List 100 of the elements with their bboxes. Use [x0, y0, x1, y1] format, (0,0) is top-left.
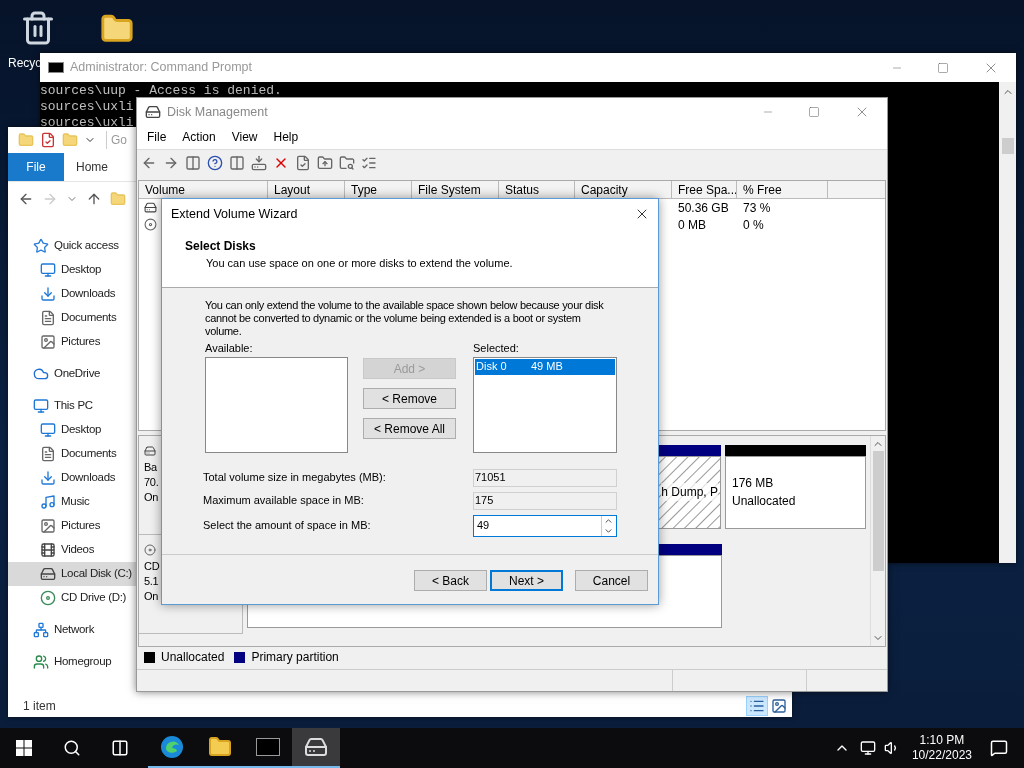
field-label: Maximum available space in MB: [203, 493, 365, 509]
column-header[interactable]: Free Spa... [672, 181, 737, 199]
window-title: Go [106, 131, 127, 149]
info-text: You can only extend the volume to the available space shown below because your disk cannot be converted to dynamic or the volume being extended is a boot or system volume. [205, 299, 605, 338]
list-icon [749, 698, 765, 714]
list-move-button[interactable]: < Remove [363, 388, 456, 409]
scrollbar[interactable] [870, 435, 885, 647]
column-header[interactable]: % Free [737, 181, 828, 199]
nav-item[interactable]: This PC [8, 394, 136, 418]
drive-icon[interactable] [251, 154, 267, 171]
drive-icon [304, 735, 328, 759]
document-icon [40, 310, 56, 326]
nav-item[interactable]: Downloads [8, 282, 136, 306]
disk-label-line: Ba [144, 459, 157, 475]
field-label: Select the amount of space in MB: [203, 518, 372, 534]
partition-label: h Dump, P [661, 483, 718, 502]
nav-item[interactable]: Desktop [8, 258, 136, 282]
nav-item[interactable]: Pictures [8, 330, 136, 354]
list-item[interactable]: Disk 0 49 MB [475, 358, 615, 375]
console-line: sources\uxli [40, 99, 134, 115]
field-label: Total volume size in megabytes (MB): [203, 470, 387, 486]
list-move-button[interactable]: < Remove All [363, 418, 456, 439]
network-icon [33, 622, 49, 638]
table-cell-text: 73 % [742, 200, 771, 217]
dialog-button[interactable]: Cancel [575, 570, 648, 591]
wizard-heading: Select Disks [184, 238, 257, 255]
nav-item[interactable]: Downloads [8, 466, 136, 490]
properties-icon[interactable] [295, 154, 311, 171]
table-cell-text: 0 MB [677, 217, 707, 234]
disk-label-line: 5.1 [144, 573, 159, 589]
nav-item[interactable]: Network [8, 618, 136, 642]
nav-item[interactable]: Music [8, 490, 136, 514]
partition-status: Unallocated [732, 493, 797, 511]
folder-up-icon[interactable] [317, 154, 333, 171]
computer-icon [33, 398, 49, 414]
dialog-button[interactable]: < Back [414, 570, 487, 591]
disk-label-line: CD [144, 558, 160, 574]
menu-item[interactable]: Help [273, 128, 299, 147]
disk-label-line: On [144, 489, 159, 505]
folder-search-icon[interactable] [339, 154, 355, 171]
nav-item[interactable]: Documents [8, 306, 136, 330]
table-cell-text: 0 % [742, 217, 764, 234]
nav-item[interactable]: Homegroup [8, 650, 136, 674]
value-field: 71051 [473, 468, 617, 487]
ribbon-tab[interactable]: File [8, 153, 64, 181]
help-icon[interactable] [207, 154, 223, 171]
nav-item[interactable]: CD Drive (D:) [8, 586, 136, 610]
disk-label-line: 70. [144, 474, 159, 490]
picture-icon [40, 334, 56, 350]
monitor-icon [40, 422, 56, 438]
dialog-button[interactable]: Next > [490, 570, 563, 591]
nav-item[interactable]: OneDrive [8, 362, 136, 386]
disc-icon [40, 590, 56, 606]
legend-label: Unallocated [161, 649, 225, 667]
homegroup-icon [33, 654, 49, 670]
nav-item[interactable]: Desktop [8, 418, 136, 442]
console-icon [256, 738, 280, 756]
start-button[interactable] [16, 740, 32, 756]
notifications-icon[interactable] [990, 739, 1008, 757]
nav-item[interactable]: Local Disk (C:) [8, 562, 136, 586]
film-icon [40, 542, 56, 558]
desktop-icon-label: Recyc [8, 55, 42, 72]
nav-item[interactable]: Pictures [8, 514, 136, 538]
status-text: 1 item [23, 698, 56, 715]
search-icon[interactable] [63, 739, 81, 757]
drive-icon [145, 103, 161, 120]
clock-time[interactable]: 1:10 PM [919, 733, 965, 748]
drive-icon [144, 201, 157, 215]
pane-icon[interactable] [185, 154, 201, 171]
scrollbar-thumb[interactable] [1001, 138, 1014, 154]
scrollbar[interactable] [999, 82, 1016, 563]
taskbar-app[interactable] [292, 728, 340, 768]
number-spinner[interactable]: 49 [473, 514, 617, 537]
picture-icon [771, 698, 787, 714]
list-label: Available: [205, 341, 254, 356]
menu-item[interactable]: File [147, 128, 167, 147]
console-line: sources\uxli [40, 115, 134, 131]
menu-item[interactable]: Action [182, 128, 216, 147]
scrollbar-thumb[interactable] [872, 451, 884, 572]
pane-icon[interactable] [229, 154, 245, 171]
star-icon [33, 238, 49, 254]
ribbon-tab[interactable]: Home [64, 153, 120, 181]
properties-icon[interactable] [40, 132, 56, 148]
nav-item[interactable]: Documents [8, 442, 136, 466]
task-view-icon[interactable] [111, 739, 129, 757]
selected-list[interactable]: Disk 0 49 MB [473, 356, 617, 453]
nav-item[interactable]: Videos [8, 538, 136, 562]
disc-icon [144, 543, 156, 556]
table-cell-text: 50.36 GB [677, 200, 730, 217]
clock-date[interactable]: 10/22/2023 [911, 748, 972, 763]
window-title: Administrator: Command Prompt [70, 59, 252, 77]
console-icon [48, 62, 64, 73]
available-list[interactable] [205, 356, 348, 453]
list-label: Selected: [473, 341, 520, 356]
network-icon[interactable] [859, 740, 876, 756]
nav-item[interactable]: Quick access [8, 234, 136, 258]
disc-icon [144, 218, 157, 232]
view-button[interactable] [746, 696, 768, 716]
menu-item[interactable]: View [231, 128, 258, 147]
document-icon [40, 446, 56, 462]
